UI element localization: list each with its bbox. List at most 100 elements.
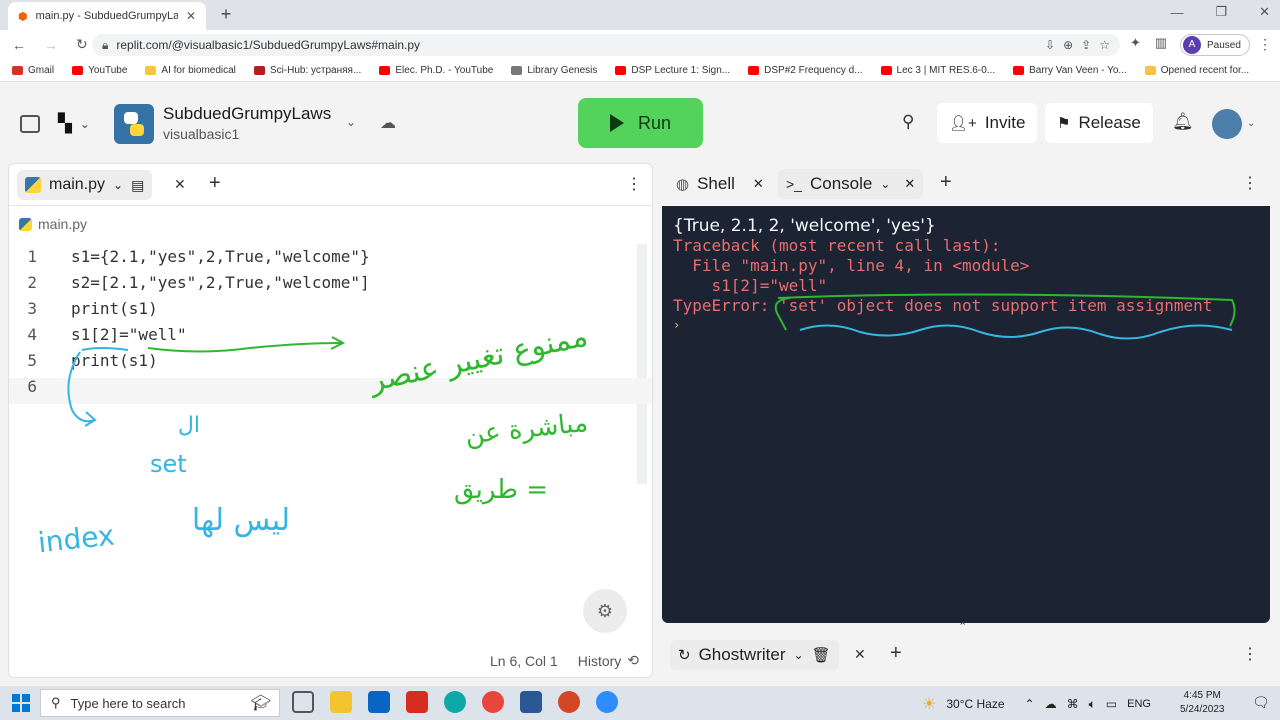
zoom-icon[interactable]: ⊕	[1063, 38, 1073, 52]
bell-icon[interactable]: 🔔︎	[1172, 112, 1194, 132]
word-icon[interactable]	[520, 691, 542, 713]
star-icon[interactable]: ☆	[1099, 38, 1110, 52]
close-icon[interactable]: ✕	[854, 646, 866, 663]
bookmark[interactable]: DSP Lecture 1: Sign...	[615, 65, 730, 76]
code-line[interactable]: 2 s2=[2.1,"yes",2,True,"welcome"]	[9, 273, 370, 299]
code-line[interactable]: 4 s1[2]="well"	[9, 325, 186, 351]
chevron-down-icon[interactable]: ⌄	[346, 115, 356, 129]
file-explorer-icon[interactable]	[330, 691, 352, 713]
tab-console[interactable]: >_ Console ⌄ ✕	[778, 169, 924, 199]
close-icon[interactable]: ✕	[904, 176, 915, 192]
bookmark-icon	[880, 66, 892, 75]
cursor-position[interactable]: Ln 6, Col 1	[490, 653, 558, 669]
code-line[interactable]: 3 print(s1)	[9, 299, 157, 325]
bookmark-label: Gmail	[28, 65, 55, 76]
more-options-icon[interactable]: ⋮	[1242, 644, 1258, 664]
user-avatar[interactable]	[1212, 109, 1242, 139]
install-icon[interactable]: ⇩	[1045, 38, 1055, 52]
bookmark[interactable]: AI for biomedical	[145, 65, 236, 76]
breadcrumb-file[interactable]: main.py	[38, 216, 87, 232]
code-text: s2=[2.1,"yes",2,True,"welcome"]	[71, 273, 370, 292]
bookmark[interactable]: Library Genesis	[511, 65, 597, 76]
add-tab-icon[interactable]: +	[890, 642, 902, 665]
workspace-menu[interactable]: ▚ ⌄	[58, 113, 90, 134]
repl-owner[interactable]: visualbasic1	[163, 126, 239, 142]
error-message: TypeError: 'set' object does not support…	[673, 296, 1213, 315]
console-prompt[interactable]: ›	[673, 318, 680, 332]
network-icon[interactable]: ⌘	[1067, 697, 1079, 711]
windows-start-icon[interactable]	[12, 694, 30, 712]
bookmark[interactable]: Lec 3 | MIT RES.6-0...	[880, 65, 995, 76]
cloud-check-icon[interactable]: ☁	[380, 113, 396, 133]
maximize-icon[interactable]: ❐	[1215, 4, 1227, 20]
mail-icon[interactable]	[368, 691, 390, 713]
puzzle-icon[interactable]: ✦	[1130, 35, 1141, 51]
close-icon[interactable]: ✕	[753, 176, 764, 192]
sidepanel-icon[interactable]: ▥	[1155, 35, 1167, 51]
add-tab-icon[interactable]: +	[940, 171, 952, 194]
run-button[interactable]: Run	[578, 98, 703, 148]
close-window-icon[interactable]: ✕	[1259, 4, 1270, 20]
more-options-icon[interactable]: ⋮	[626, 174, 642, 194]
browser-tab[interactable]: ⬢ main.py - SubduedGrumpyLaws ✕	[8, 2, 206, 30]
search-icon[interactable]: ⚲	[902, 112, 914, 132]
zoom-icon[interactable]	[596, 691, 618, 713]
chevron-down-icon[interactable]: ⌄	[794, 648, 804, 662]
chevron-down-icon[interactable]: ⌄	[113, 178, 123, 192]
bookmark[interactable]: Sci-Hub: устраняя...	[253, 65, 361, 76]
repl-name[interactable]: SubduedGrumpyLaws	[163, 104, 331, 124]
bookmark[interactable]: Elec. Ph.D. - YouTube	[379, 65, 493, 76]
trash-icon[interactable]: 🗑︎	[812, 646, 831, 664]
powerpoint-icon[interactable]	[558, 691, 580, 713]
close-icon[interactable]: ✕	[186, 9, 196, 23]
sidebar-toggle-icon[interactable]	[20, 115, 40, 133]
bookmark[interactable]: Opened recent for...	[1144, 65, 1249, 76]
notification-icon[interactable]: 🗨︎	[1252, 694, 1270, 711]
play-icon	[609, 114, 624, 132]
chevron-down-icon[interactable]: ⌄	[1247, 118, 1255, 129]
code-line[interactable]: 6	[9, 377, 71, 403]
weather-text[interactable]: 30°C Haze	[946, 697, 1004, 711]
forward-icon[interactable]: →	[44, 37, 58, 53]
cloud-icon[interactable]: ☁	[1045, 697, 1057, 711]
reload-icon[interactable]: ↻	[76, 36, 88, 53]
bookmark[interactable]: Gmail	[12, 65, 54, 76]
close-icon[interactable]: ✕	[174, 176, 186, 193]
acrobat-icon[interactable]	[406, 691, 428, 713]
clock[interactable]: 4:45 PM 5/24/2023	[1180, 689, 1225, 717]
release-button[interactable]: ⚑ Release	[1045, 103, 1153, 143]
more-options-icon[interactable]: ⋮	[1242, 173, 1258, 193]
taskbar-search-input[interactable]: ⚲ Type here to search 🎓︎	[40, 689, 280, 717]
code-line[interactable]: 5 print(s1)	[9, 351, 157, 377]
profile-button[interactable]: A Paused	[1180, 34, 1250, 56]
add-tab-icon[interactable]: +	[209, 172, 221, 195]
invite-button[interactable]: 👤︎+ Invite	[937, 103, 1038, 143]
new-tab-button[interactable]: +	[216, 4, 236, 24]
chevron-down-icon[interactable]: ⌄	[880, 177, 890, 191]
url-field[interactable]: 🔒︎ replit.com/@visualbasic1/SubduedGrump…	[92, 34, 1120, 56]
battery-icon[interactable]: ▭	[1106, 697, 1117, 711]
chevron-up-icon[interactable]: ⌃	[1025, 697, 1035, 711]
code-line[interactable]: 1 s1={2.1,"yes",2,True,"welcome"}	[9, 247, 369, 273]
language-indicator[interactable]: ENG	[1127, 698, 1151, 710]
volume-icon[interactable]: 🔈︎	[1089, 697, 1096, 712]
ghostwriter-fab[interactable]: ⚙	[583, 589, 627, 633]
chevron-up-icon[interactable]: ⌃	[958, 620, 967, 633]
tab-main-py[interactable]: main.py ⌄ ▤	[17, 170, 153, 200]
chrome-icon[interactable]	[482, 691, 504, 713]
minimize-icon[interactable]: —	[1170, 5, 1183, 20]
browser-menu-icon[interactable]: ⋮	[1258, 36, 1272, 53]
editor-scrollbar[interactable]	[637, 244, 647, 484]
file-menu-icon[interactable]: ▤	[131, 177, 144, 194]
back-icon[interactable]: ←	[12, 37, 26, 53]
bookmark[interactable]: Barry Van Veen - Yo...	[1013, 65, 1127, 76]
tab-ghostwriter[interactable]: ↻ Ghostwriter ⌄ 🗑︎	[670, 640, 839, 670]
bookmark[interactable]: DSP#2 Frequency d...	[748, 65, 863, 76]
history-button[interactable]: History ⟲	[578, 652, 639, 669]
console-output[interactable]: {True, 2.1, 2, 'welcome', 'yes'} Traceba…	[662, 206, 1270, 623]
share-icon[interactable]: ⇪	[1081, 38, 1091, 52]
tab-shell[interactable]: ◍ Shell ✕	[668, 169, 772, 199]
bookmark[interactable]: YouTube	[72, 65, 127, 76]
edge-icon[interactable]	[444, 691, 466, 713]
task-view-icon[interactable]	[292, 691, 314, 713]
